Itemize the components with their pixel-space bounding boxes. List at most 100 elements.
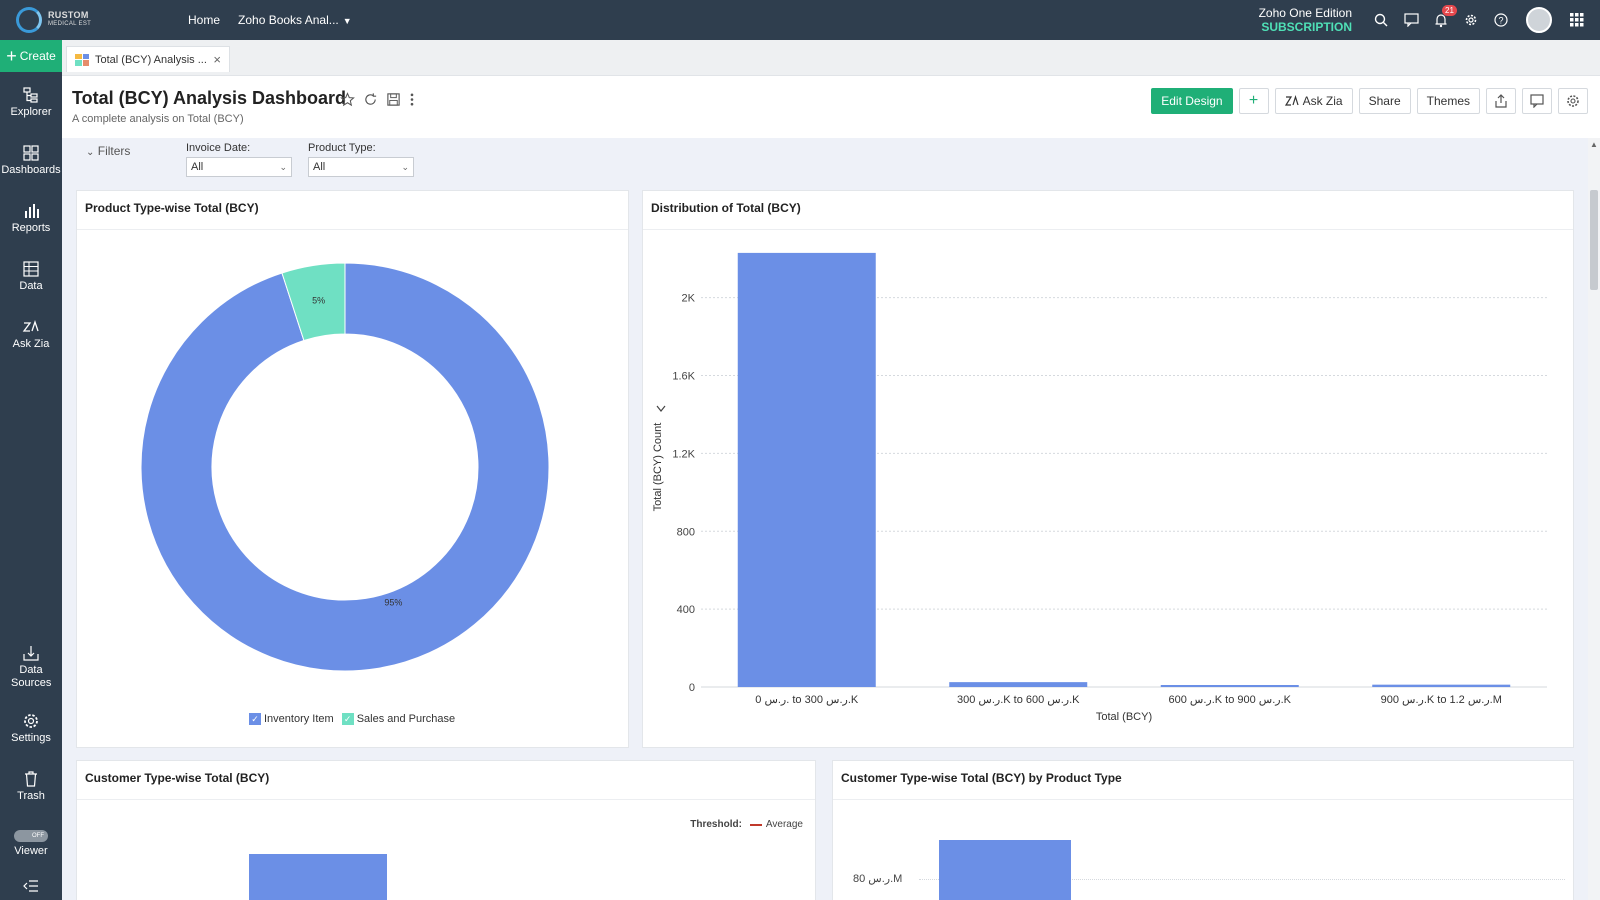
sidebar-item-data[interactable]: Data	[0, 260, 62, 292]
close-icon[interactable]: ×	[213, 52, 221, 67]
chart-bar[interactable]	[949, 682, 1088, 687]
comments-button[interactable]	[1522, 88, 1552, 114]
sidebar-item-reports[interactable]: Reports	[0, 202, 62, 234]
panel-distribution-total: Distribution of Total (BCY) 0 400 800 1.2K 1…	[642, 190, 1574, 748]
filters-toggle[interactable]: ⌄ Filters	[86, 144, 130, 158]
donut-data-label: 5%	[312, 296, 325, 306]
sidebar-label-data-sources: Data Sources	[11, 664, 52, 689]
chat-icon[interactable]	[1396, 0, 1426, 40]
zia-icon	[1284, 95, 1299, 106]
search-icon[interactable]	[1366, 0, 1396, 40]
org-subname: MEDICAL EST	[48, 21, 92, 27]
sidebar-item-settings[interactable]: Settings	[0, 712, 62, 744]
chart-bar[interactable]	[1372, 684, 1511, 687]
sidebar-item-data-sources[interactable]: Data Sources	[0, 644, 62, 690]
nav-workspace[interactable]: Zoho Books Anal... ▼	[238, 13, 352, 27]
edition-info[interactable]: Zoho One Edition SUBSCRIPTION	[1259, 6, 1352, 34]
threshold-line-swatch	[749, 823, 762, 826]
page-scrollbar[interactable]: ▲	[1588, 138, 1600, 900]
ask-zia-button[interactable]: Ask Zia	[1274, 88, 1353, 114]
more-options-icon[interactable]	[409, 92, 415, 110]
gear-icon	[1567, 95, 1579, 107]
invoice-date-value: All	[191, 161, 204, 173]
product-type-value: All	[313, 161, 326, 173]
zia-icon	[22, 319, 39, 332]
sidebar-item-dashboards[interactable]: Dashboards	[0, 144, 62, 176]
sidebar-label-trash: Trash	[17, 790, 45, 802]
org-logo[interactable]: RUSTOM MEDICAL EST	[16, 7, 166, 33]
legend-swatch-sales[interactable]: ✓	[341, 713, 354, 725]
viewer-toggle-switch[interactable]: OFF	[14, 830, 48, 842]
product-type-select[interactable]: All ⌄	[308, 157, 414, 177]
settings-icon	[24, 714, 38, 728]
y-tick-label: 400	[677, 604, 695, 616]
donut-legend: ✓ Inventory Item ✓ Sales and Purchase	[249, 713, 455, 725]
y-tick-label: 1.6K	[672, 371, 695, 383]
tab-dashboard[interactable]: Total (BCY) Analysis ... ×	[66, 46, 230, 72]
chart-bar[interactable]	[1160, 685, 1299, 687]
nav-home[interactable]: Home	[188, 13, 220, 27]
help-icon[interactable]: ?	[1486, 0, 1516, 40]
sidebar-item-trash[interactable]: Trash	[0, 770, 62, 802]
collapse-sidebar-icon[interactable]	[0, 880, 62, 894]
create-label: Create	[19, 49, 56, 63]
filters-bar: ⌄ Filters Invoice Date: All ⌄ Product Typ…	[62, 138, 1588, 190]
subscription-link[interactable]: SUBSCRIPTION	[1259, 20, 1352, 34]
workspace-label: Zoho Books Anal...	[238, 13, 339, 27]
dashboard-settings-button[interactable]	[1558, 88, 1588, 114]
create-button[interactable]: + Create	[0, 40, 62, 72]
legend-label-sales[interactable]: Sales and Purchase	[357, 713, 455, 725]
legend-label-inventory[interactable]: Inventory Item	[264, 713, 334, 725]
logo-mark	[16, 7, 42, 33]
refresh-icon[interactable]	[363, 92, 378, 110]
filters-label: Filters	[97, 144, 131, 158]
threshold-value: Average	[765, 819, 803, 830]
legend-swatch-inventory[interactable]: ✓	[249, 713, 261, 725]
y-axis-chevron-icon[interactable]	[656, 405, 666, 412]
star-icon[interactable]	[340, 92, 355, 110]
donut-data-label: 95%	[384, 597, 402, 607]
tab-strip: Total (BCY) Analysis ... ×	[62, 40, 1600, 76]
edition-label: Zoho One Edition	[1258, 6, 1352, 20]
y-axis-tick-label: 80 ر.س.M	[853, 873, 903, 885]
save-icon[interactable]	[386, 92, 401, 110]
y-tick-label: 1.2K	[672, 448, 695, 460]
settings-gear-icon[interactable]	[1456, 0, 1486, 40]
x-tick-label: 0 ر.س. to 300 ر.س.K	[755, 694, 859, 706]
apps-grid-icon[interactable]	[1562, 0, 1592, 40]
chart-bar[interactable]	[737, 252, 876, 687]
ask-zia-label: Ask Zia	[1302, 94, 1343, 108]
reports-bar-chart-icon	[25, 204, 39, 218]
chevron-down-icon: ⌄	[279, 161, 287, 172]
scrollbar-thumb[interactable]	[1590, 190, 1598, 290]
themes-button[interactable]: Themes	[1416, 88, 1480, 114]
bell-icon[interactable]: 21	[1426, 0, 1457, 40]
share-button[interactable]: Share	[1358, 88, 1411, 114]
chart-bar[interactable]	[939, 840, 1071, 900]
header-actions: Edit Design + Ask Zia Share Themes	[1151, 88, 1588, 114]
chart-bar[interactable]	[249, 854, 387, 900]
viewer-toggle[interactable]: OFF Viewer	[0, 830, 62, 857]
edit-design-button[interactable]: Edit Design	[1151, 88, 1233, 114]
scroll-up-arrow-icon[interactable]: ▲	[1590, 140, 1598, 149]
sidebar-label-reports: Reports	[11, 222, 51, 234]
export-icon	[1495, 94, 1507, 108]
x-tick-label: 300 ر.س.K to 600 ر.س.K	[957, 694, 1080, 706]
sidebar-item-explorer[interactable]: Explorer	[0, 86, 62, 118]
y-axis-title[interactable]: Total (BCY) Count	[652, 423, 664, 512]
invoice-date-filter: Invoice Date: All ⌄	[186, 142, 292, 177]
threshold-label: Threshold:	[690, 819, 742, 830]
top-bar: RUSTOM MEDICAL EST Home Zoho Books Anal.…	[0, 0, 1600, 40]
invoice-date-select[interactable]: All ⌄	[186, 157, 292, 177]
user-avatar[interactable]	[1526, 7, 1552, 33]
explorer-icon	[23, 87, 38, 103]
panel-title: Distribution of Total (BCY)	[651, 201, 801, 215]
trash-icon	[25, 771, 37, 787]
add-widget-button[interactable]: +	[1238, 88, 1269, 114]
sidebar-item-ask-zia[interactable]: Ask Zia	[0, 318, 62, 350]
product-type-label: Product Type:	[308, 142, 376, 154]
sidebar-label-dashboards: Dashboards	[1, 164, 61, 176]
dashboard-canvas: Product Type-wise Total (BCY) 95% 5% ✓ In…	[62, 190, 1588, 900]
export-button[interactable]	[1486, 88, 1516, 114]
threshold-legend: Threshold: Average	[690, 819, 803, 830]
